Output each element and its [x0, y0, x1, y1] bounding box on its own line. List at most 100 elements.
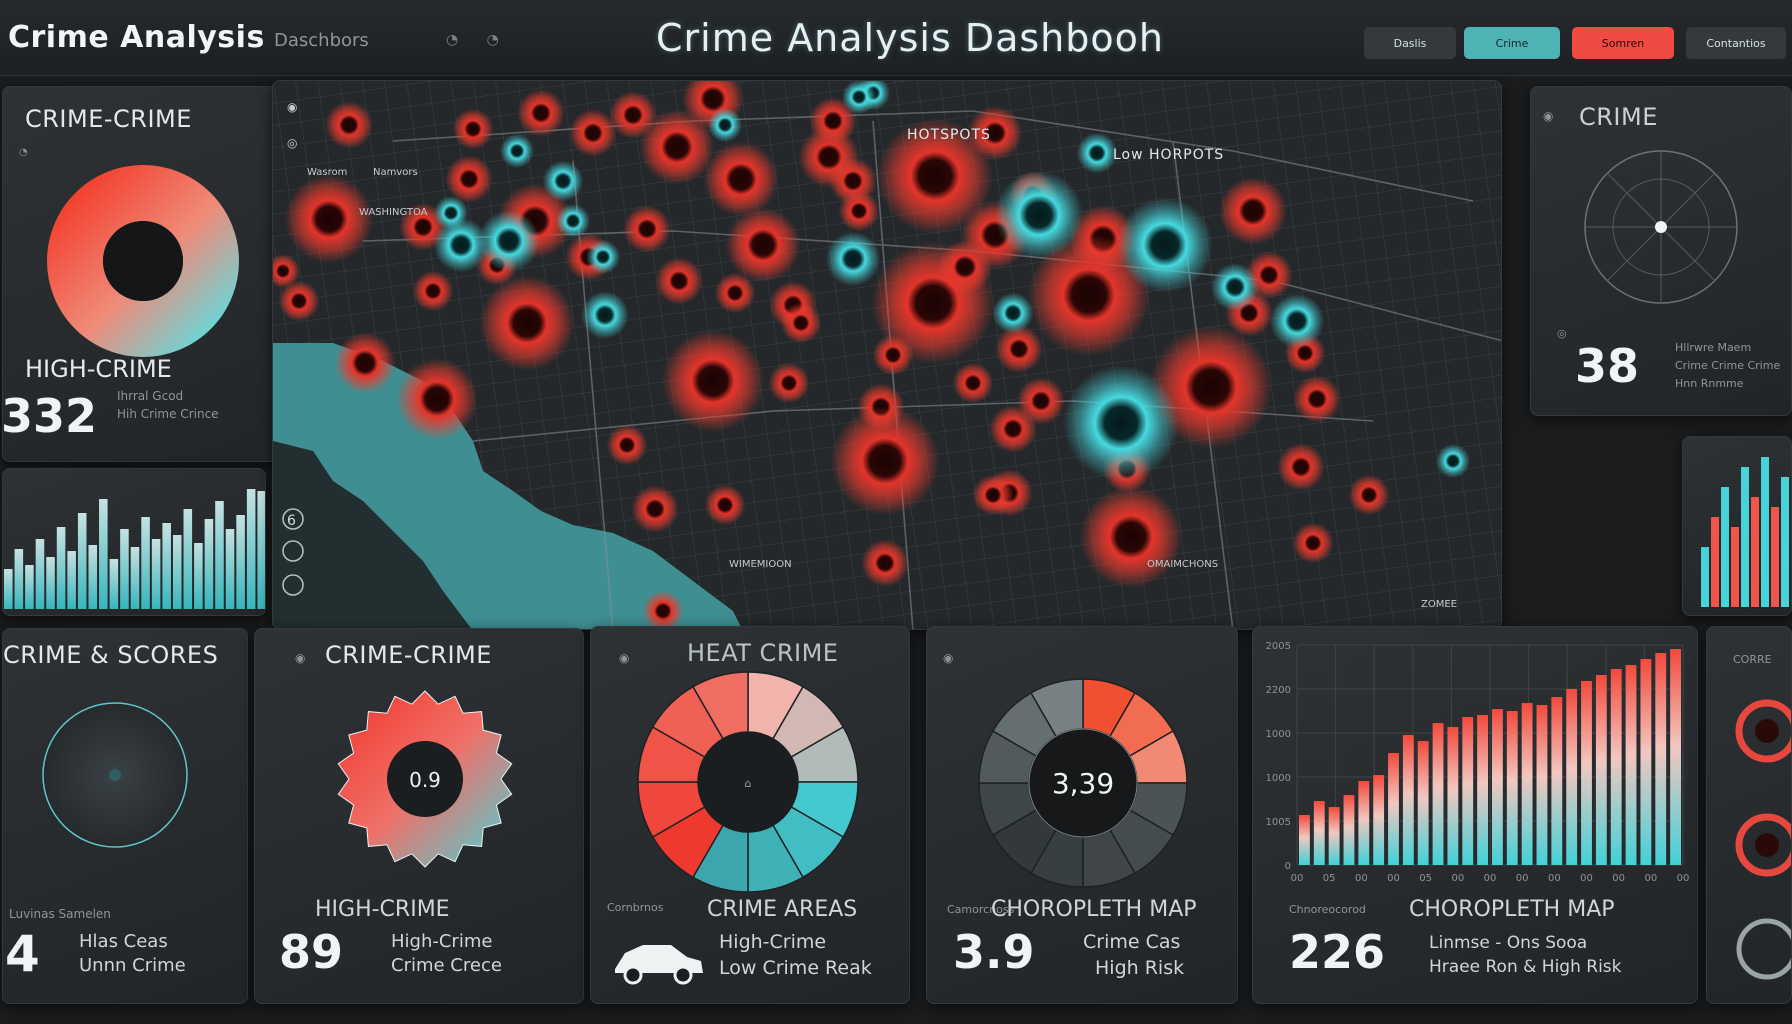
high-crime-hotspot[interactable] [1277, 443, 1325, 491]
low-crime-hotspot[interactable] [556, 204, 590, 238]
high-crime-hotspot[interactable] [334, 332, 396, 394]
low-crime-hotspot[interactable] [994, 170, 1084, 260]
high-crime-hotspot[interactable] [623, 205, 671, 253]
panel-title: CORRE [1733, 653, 1772, 666]
app-subtitle-icons[interactable]: ◔ ◔ [446, 32, 511, 48]
high-crime-hotspot[interactable] [768, 362, 810, 404]
low-crime-hotspot[interactable] [1076, 132, 1118, 174]
high-crime-hotspot[interactable] [569, 109, 617, 157]
high-crime-hotspot[interactable] [989, 405, 1037, 453]
high-crime-hotspot[interactable] [655, 257, 703, 305]
panel-menu-icon[interactable]: ◉ [619, 651, 629, 665]
low-crime-hotspot[interactable] [1211, 263, 1259, 311]
high-crime-hotspot[interactable] [1292, 522, 1334, 564]
low-crime-hotspot[interactable] [542, 160, 584, 202]
high-crime-hotspot[interactable] [412, 270, 454, 312]
high-crime-hotspot[interactable] [445, 155, 493, 203]
right-chart-bar [1781, 477, 1789, 607]
crime-hotspot-map[interactable]: HOTSPOTS Low HORPOTS Wasrom Namvors WASH… [272, 80, 1502, 630]
x-tick-label: 00 [1355, 873, 1368, 884]
high-crime-hotspot[interactable] [861, 539, 909, 587]
low-crime-hotspot[interactable] [1117, 197, 1213, 293]
screen-button[interactable]: Somren [1572, 27, 1674, 59]
high-crime-hotspot[interactable] [631, 485, 679, 533]
high-crime-hotspot[interactable] [872, 334, 914, 376]
x-tick-label: 00 [1580, 873, 1593, 884]
details-button[interactable]: Daslis [1364, 27, 1456, 59]
low-crime-hotspot[interactable] [500, 134, 534, 168]
choropleth-bar [1343, 795, 1355, 865]
left-chart-bar [151, 539, 161, 609]
high-crime-hotspot[interactable] [662, 330, 764, 432]
high-crime-hotspot[interactable] [972, 474, 1014, 516]
contacts-button[interactable]: Contantios [1686, 27, 1786, 59]
x-tick-label: 00 [1451, 873, 1464, 884]
low-crime-hotspot[interactable] [586, 240, 620, 274]
map-layers-icon[interactable]: ◎ [287, 136, 297, 150]
high-crime-hotspot[interactable] [703, 141, 779, 217]
right-chart-bar [1721, 487, 1729, 607]
low-crime-hotspot[interactable] [434, 196, 468, 230]
high-crime-hotspot[interactable] [479, 275, 575, 371]
high-crime-hotspot[interactable] [639, 109, 715, 185]
low-crime-hotspot[interactable] [825, 231, 881, 287]
low-crime-hotspot[interactable] [1269, 293, 1325, 349]
high-crime-label: HIGH-CRIME [315, 897, 450, 922]
high-crime-hotspot[interactable] [517, 89, 565, 137]
crime-note-2: Crime Crime Crime [1675, 359, 1781, 372]
crime-areas-label: CRIME AREAS [707, 897, 858, 922]
panel-title: CRIME-CRIME [25, 105, 192, 133]
choropleth-bar [1358, 781, 1370, 865]
high-crime-hotspot[interactable] [1293, 375, 1341, 423]
choropleth-bar [1551, 697, 1563, 865]
low-crime-hotspot[interactable] [581, 291, 629, 339]
low-crime-hotspot[interactable] [842, 81, 876, 114]
left-chart-bar [257, 491, 265, 609]
map-label-right: OMAIMCHONS [1147, 559, 1218, 570]
high-crime-hotspot[interactable] [838, 190, 880, 232]
low-crime-hotspot[interactable] [478, 210, 540, 272]
panel-menu-icon[interactable]: ◉ [295, 651, 305, 665]
high-crime-hotspot[interactable] [830, 406, 940, 516]
low-crime-hotspot[interactable] [1063, 365, 1179, 481]
choropleth-gauge-panel: ◉ 3,39 Camorcnoss CHOROPLETH MAP 3.9 Cri… [926, 626, 1238, 1004]
left-chart-bar [183, 509, 193, 609]
x-tick-label: 00 [1677, 873, 1690, 884]
high-crime-hotspot[interactable] [452, 108, 494, 150]
high-crime-hotspot[interactable] [642, 590, 684, 630]
high-crime-hotspot[interactable] [606, 424, 648, 466]
low-crime-hotspot[interactable] [992, 292, 1034, 334]
choropleth-bar [1402, 735, 1414, 865]
high-crime-hotspot[interactable] [1219, 177, 1287, 245]
map-menu-icon[interactable]: ◉ [287, 100, 297, 114]
y-tick-label: 1000 [1266, 773, 1291, 784]
low-crime-hotspot[interactable] [1436, 444, 1470, 478]
high-crime-hotspot[interactable] [952, 362, 994, 404]
panel-menu-icon[interactable]: ◉ [1543, 109, 1553, 123]
high-crime-hotspot[interactable] [1348, 474, 1390, 516]
high-crime-hotspot[interactable] [325, 101, 373, 149]
donut-hole [103, 221, 183, 301]
high-crime-hotspot[interactable] [1080, 486, 1182, 588]
toggle-icon[interactable]: ◔ [19, 147, 28, 158]
crime-button[interactable]: Crime [1464, 27, 1560, 59]
left-chart-bar [109, 559, 119, 609]
panel-title: CRIME [1579, 103, 1658, 131]
choropleth-bar [1299, 815, 1310, 865]
high-crime-hotspot[interactable] [725, 207, 801, 283]
high-crime-hotspot[interactable] [937, 239, 993, 295]
map-canvas[interactable]: HOTSPOTS Low HORPOTS Wasrom Namvors WASH… [273, 81, 1502, 630]
scores-footer: Luvinas Samelen [9, 907, 111, 921]
app-subtitle[interactable]: Daschbors [274, 30, 369, 51]
low-crime-hotspot[interactable] [708, 108, 742, 142]
heat-crime-panel: ◉ HEAT CRIME ⌂ Cornbrnos CRIME AREAS Hig… [590, 626, 910, 1004]
high-crime-hotspot[interactable] [284, 174, 374, 264]
high-crime-hotspot[interactable] [704, 484, 746, 526]
choropleth-bar [1388, 753, 1399, 865]
high-crime-hotspot[interactable] [714, 272, 756, 314]
left-chart-bar [14, 549, 24, 609]
panel-menu-icon[interactable]: ◉ [943, 651, 953, 665]
high-crime-hotspot[interactable] [780, 302, 822, 344]
choropleth-bar [1492, 709, 1503, 865]
high-crime-hotspot[interactable] [396, 358, 478, 440]
